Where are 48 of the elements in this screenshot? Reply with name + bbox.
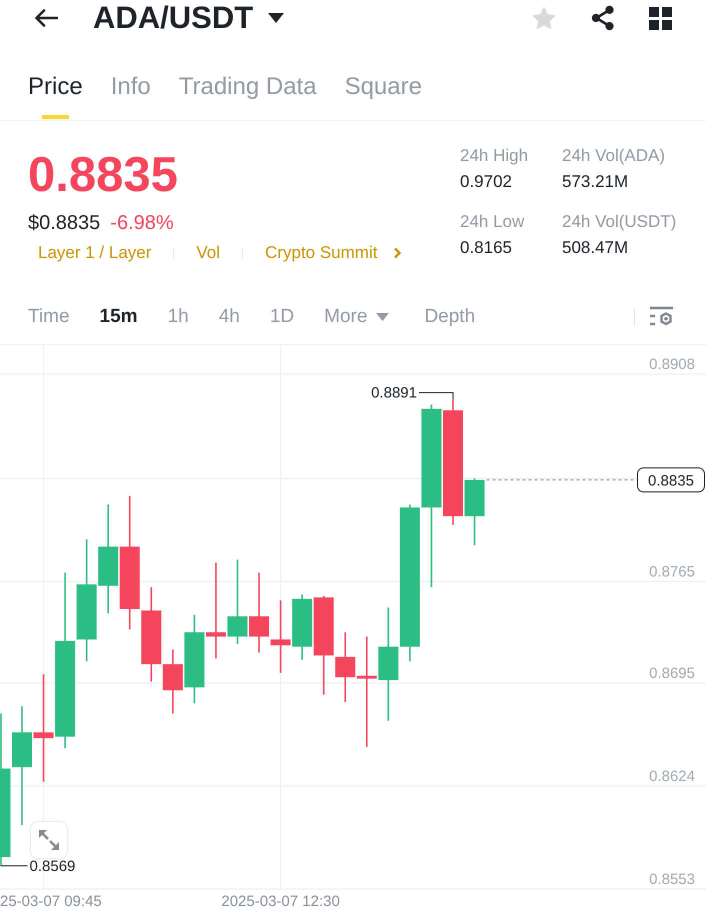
axis-label: 2025-03-07 12:30: [221, 893, 340, 910]
tag-link[interactable]: Crypto Summit: [265, 242, 378, 264]
tag-link[interactable]: Layer 1 / Layer: [38, 242, 152, 264]
interval-tab[interactable]: 1D: [270, 302, 294, 330]
grid-icon[interactable]: [649, 6, 672, 30]
axis-label: 25-03-07 09:45: [0, 893, 102, 910]
back-arrow-icon[interactable]: [34, 8, 58, 28]
interval-tab[interactable]: Time: [28, 302, 70, 330]
leader-line: [418, 392, 454, 400]
stat-value: 573.21M: [562, 171, 628, 193]
stat-value: 0.9702: [460, 171, 512, 193]
tab[interactable]: Square: [344, 72, 422, 120]
expand-icon: [38, 829, 60, 851]
caret-icon: [376, 312, 390, 320]
pair-selector[interactable]: ADA/USDT: [93, 0, 284, 36]
axis-label: 0.8908: [649, 356, 695, 374]
expand-button[interactable]: [30, 821, 68, 859]
stat-value: 508.47M: [562, 237, 628, 259]
usd-price: $0.8835: [28, 211, 100, 235]
axis-label: 0.8624: [649, 768, 695, 785]
axis-label: 0.8695: [649, 665, 695, 682]
stat-label: 24h High: [460, 145, 528, 167]
star-icon[interactable]: [531, 6, 557, 30]
more-dropdown[interactable]: More: [324, 302, 390, 330]
settings-icon[interactable]: [649, 306, 674, 328]
interval-tab[interactable]: 4h: [218, 302, 240, 330]
interval-tab[interactable]: 1h: [168, 302, 189, 330]
leader-line: [0, 865, 28, 866]
stat-label: 24h Vol(USDT): [562, 211, 676, 233]
axis-label: 0.8765: [649, 563, 695, 580]
price-tag: 0.8835: [637, 467, 705, 492]
axis-label: 0.8553: [649, 871, 695, 888]
last-price: 0.8835: [28, 147, 178, 203]
price-change: -6.98%: [110, 211, 174, 235]
depth-tab[interactable]: Depth: [424, 302, 476, 330]
stat-value: 0.8165: [460, 237, 512, 259]
tab[interactable]: Price: [28, 72, 83, 120]
tab[interactable]: Info: [110, 72, 151, 120]
chevron-right-icon[interactable]: [393, 247, 402, 259]
high-price-label: 0.8891: [371, 384, 417, 402]
tab[interactable]: Trading Data: [178, 72, 317, 120]
low-price-label: 0.8569: [30, 858, 76, 875]
interval-tab[interactable]: 15m: [100, 302, 138, 330]
stat-label: 24h Low: [460, 211, 524, 233]
share-icon[interactable]: [590, 5, 616, 31]
tag-link[interactable]: Vol: [196, 242, 220, 264]
caret-icon: [268, 13, 284, 23]
stat-label: 24h Vol(ADA): [562, 145, 665, 167]
